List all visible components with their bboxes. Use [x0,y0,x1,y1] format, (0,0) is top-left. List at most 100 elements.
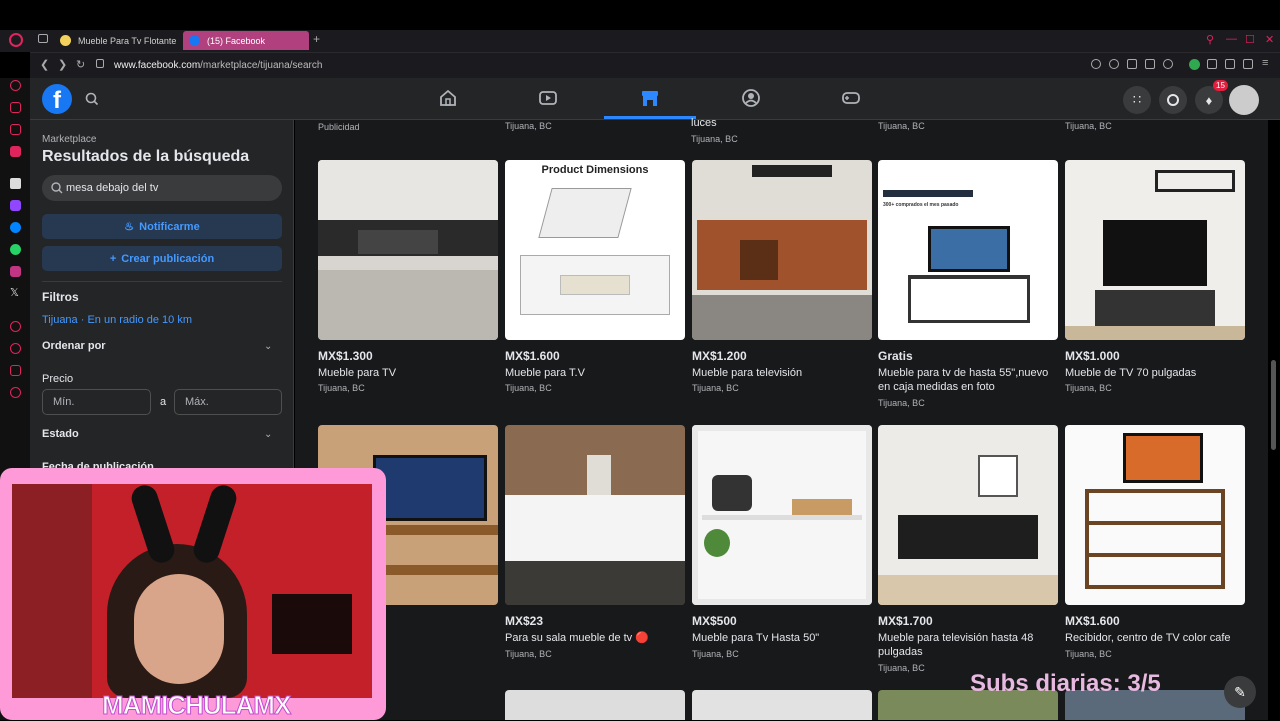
condition-filter[interactable]: Estado [42,428,79,440]
tab-menu-icon[interactable] [38,34,48,43]
listing-image[interactable] [505,425,685,605]
tab-facebook[interactable]: (15) Facebook [183,31,309,50]
facebook-logo-icon[interactable]: f [42,84,72,114]
messenger-button[interactable] [1159,86,1187,114]
whatsapp-icon[interactable] [10,244,21,255]
listing-price: MX$1.200 [692,349,747,363]
puzzle-icon[interactable] [1207,59,1217,69]
aria-icon[interactable] [10,124,21,135]
scrollbar[interactable] [1271,360,1276,450]
search-button[interactable] [80,87,104,111]
extension-icon[interactable] [1189,59,1200,70]
snapshot-icon[interactable] [1127,59,1137,69]
max-price-input[interactable]: Máx. [174,389,282,415]
plus-icon: + [109,252,117,265]
gaming-nav-icon[interactable] [841,88,861,108]
heart-icon[interactable] [1163,59,1173,69]
x-icon[interactable]: 𝕏 [10,286,19,299]
messenger-icon[interactable] [10,222,21,233]
forward-icon[interactable]: ❯ [58,58,67,71]
compose-button[interactable]: ✎ [1224,676,1256,708]
maximize-icon[interactable]: ☐ [1245,33,1255,46]
listing-price: MX$1.300 [318,349,373,363]
listing-location: Tijuana, BC [1065,383,1112,393]
messenger-app-icon[interactable] [10,146,21,157]
menu-grid-button[interactable]: ∷ [1123,86,1151,114]
tab-mueble[interactable]: Mueble Para Tv Flotante [54,31,176,50]
create-listing-button[interactable]: + Crear publicación [42,246,282,271]
search-tabs-icon[interactable]: ⚲ [1206,33,1214,46]
location-text: Tijuana, BC [691,134,738,144]
chevron-down-icon[interactable]: ⌄ [264,341,272,352]
opera-logo-icon[interactable] [9,33,23,47]
menu-icon[interactable]: ≡ [1262,57,1268,69]
page-title: Resultados de la búsqueda [42,148,250,165]
listing-image[interactable] [692,690,872,720]
listing-image[interactable] [878,425,1058,605]
minimize-icon[interactable]: — [1226,33,1237,45]
tiktok-icon[interactable] [10,178,21,189]
listing-price: MX$500 [692,614,737,628]
video-nav-icon[interactable] [538,88,558,108]
speed-dial-icon[interactable] [10,80,21,91]
back-icon[interactable]: ❮ [40,58,49,71]
chevron-down-icon[interactable]: ⌄ [264,429,272,440]
listing-price: MX$1.600 [1065,614,1120,628]
listing-image[interactable] [692,425,872,605]
close-icon[interactable]: ✕ [1265,33,1274,46]
listing-price: Gratis [878,349,913,363]
groups-nav-icon[interactable] [741,88,761,108]
listing-location: Tijuana, BC [878,663,925,673]
listing-title[interactable]: Para su sala mueble de tv 🔴 [505,631,685,645]
price-separator: a [160,396,167,408]
player-icon[interactable] [10,321,21,332]
listing-image[interactable]: 300+ comprados el mes pasado [878,160,1058,340]
send-icon[interactable] [1145,59,1155,69]
download-arrow-icon[interactable] [1243,59,1253,69]
reload-icon[interactable]: ↻ [76,58,85,71]
history-icon[interactable] [10,343,21,354]
listing-title[interactable]: Mueble para televisión [692,366,872,380]
sort-filter[interactable]: Ordenar por [42,340,106,352]
location-icon[interactable] [1109,59,1119,69]
listing-title[interactable]: Mueble para televisión hasta 48 pulgadas [878,631,1058,659]
listing-image[interactable] [318,160,498,340]
min-price-input[interactable]: Mín. [42,389,151,415]
lock-icon [96,59,104,68]
listing-location: Tijuana, BC [878,398,925,408]
settings-icon[interactable] [10,387,21,398]
listing-title[interactable]: Mueble para T.V [505,366,685,380]
listing-title[interactable]: Mueble de TV 70 pulgadas [1065,366,1245,380]
marketplace-nav-icon[interactable] [640,88,660,108]
breadcrumb[interactable]: Marketplace [42,134,96,145]
messenger-icon [1167,94,1179,106]
listing-image[interactable] [505,690,685,720]
zoom-icon[interactable] [1091,59,1101,69]
instagram-icon[interactable] [10,266,21,277]
twitch-icon[interactable] [10,200,21,211]
url-host: www.facebook.com [114,60,201,71]
listing-title[interactable]: Mueble para Tv Hasta 50" [692,631,872,645]
notify-button[interactable]: ♨ Notificarme [42,214,282,239]
tab-label: Mueble Para Tv Flotante [78,35,176,46]
bookmarks-icon[interactable] [10,102,21,113]
edit-icon: ✎ [1234,684,1246,700]
listing-image[interactable] [1065,160,1245,340]
location-text: Tijuana, BC [505,121,552,131]
listing-image[interactable] [692,160,872,340]
listing-image[interactable] [1065,425,1245,605]
facebook-favicon-icon [189,35,200,46]
listing-title[interactable]: Mueble para tv de hasta 55",nuevo en caj… [878,366,1058,394]
search-icon [85,92,99,106]
extensions-icon[interactable] [10,365,21,376]
listing-title[interactable]: Mueble para TV [318,366,498,380]
tab-label: (15) Facebook [207,35,266,46]
location-filter[interactable]: Tijuana · En un radio de 10 km [42,314,192,326]
listing-image[interactable]: Product Dimensions [505,160,685,340]
home-nav-icon[interactable] [438,88,458,108]
new-tab-button[interactable]: + [313,32,320,46]
avatar[interactable] [1229,85,1259,115]
url-field[interactable]: www.facebook.com/marketplace/tijuana/sea… [114,60,322,71]
listing-title[interactable]: Recibidor, centro de TV color cafe [1065,631,1245,645]
downloads-icon[interactable] [1225,59,1235,69]
